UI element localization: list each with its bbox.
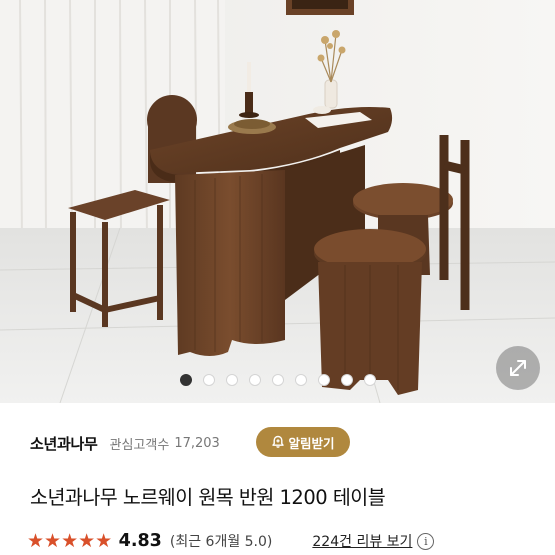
fan-count-label: 관심고객수 [109, 437, 170, 453]
bell-plus-icon [271, 435, 285, 449]
product-photo-illustration [0, 0, 555, 403]
rating-stars-icon: ★★★★★ [27, 529, 113, 552]
alarm-button-label: 알림받기 [288, 435, 335, 451]
carousel-dot[interactable] [318, 374, 330, 386]
carousel-dot[interactable] [226, 374, 238, 386]
carousel-dot[interactable] [272, 374, 284, 386]
product-image[interactable] [0, 0, 555, 403]
rating-row: ★★★★★ 4.83 (최근 6개월 5.0) 224건 리뷰 보기 i [27, 528, 435, 554]
store-info-row: 소년과나무 관심고객수 17,203 [30, 428, 220, 458]
carousel-dot[interactable] [249, 374, 261, 386]
notification-subscribe-button[interactable]: 알림받기 [256, 427, 350, 457]
review-link[interactable]: 224건 리뷰 보기 [312, 531, 412, 551]
carousel-dot[interactable] [203, 374, 215, 386]
store-name-link[interactable]: 소년과나무 [30, 433, 98, 454]
carousel-indicators [0, 374, 555, 388]
expand-arrows-icon [510, 360, 526, 376]
carousel-dot[interactable] [180, 374, 192, 386]
recent-rating: (최근 6개월 5.0) [169, 534, 273, 550]
star-icons: ★★★★★ [27, 529, 113, 552]
carousel-dot[interactable] [295, 374, 307, 386]
rating-score: 4.83 [118, 531, 162, 551]
expand-image-button[interactable] [496, 346, 540, 390]
product-title: 소년과나무 노르웨이 원목 반원 1200 테이블 [30, 486, 386, 509]
info-icon[interactable]: i [417, 532, 435, 550]
carousel-dot[interactable] [364, 374, 376, 386]
fan-count-value: 17,203 [174, 435, 220, 451]
carousel-dot[interactable] [341, 374, 353, 386]
